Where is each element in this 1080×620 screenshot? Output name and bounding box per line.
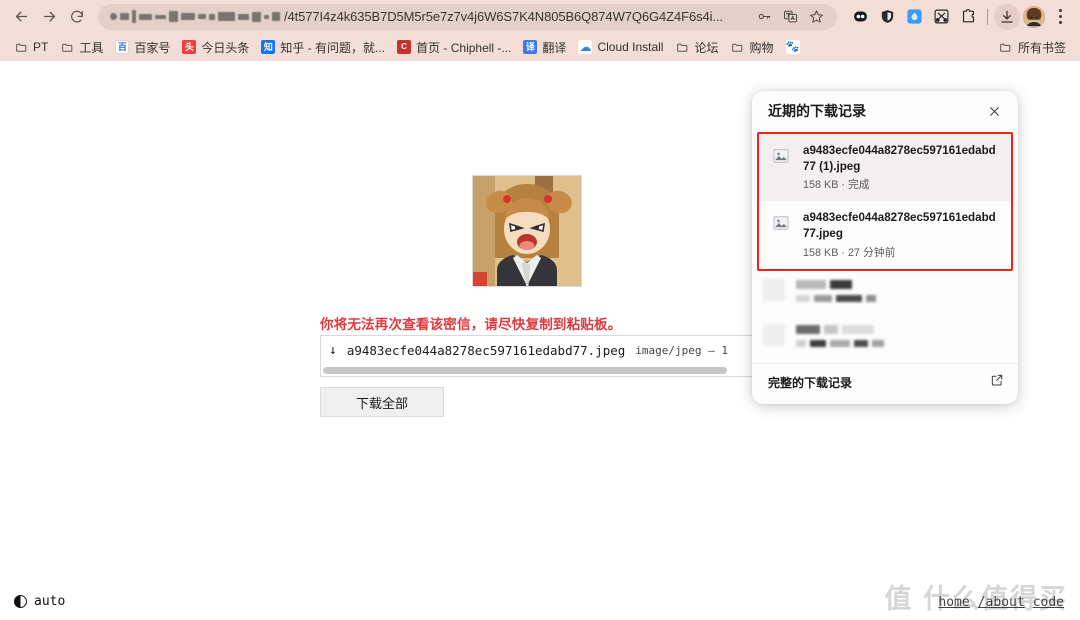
download-item[interactable]: a9483ecfe044a8278ec597161edabd77.jpeg 15… [759,201,1011,268]
bookmark-toutiao[interactable]: 头 今日头条 [176,36,255,59]
back-button[interactable] [8,4,34,30]
forward-button[interactable] [36,4,62,30]
image-thumbnail[interactable] [472,175,582,287]
download-all-button[interactable]: 下载全部 [320,387,444,417]
horizontal-scrollbar[interactable] [320,365,780,377]
highlight-annotation: a9483ecfe044a8278ec597161edabd77 (1).jpe… [757,132,1013,271]
download-item[interactable]: a9483ecfe044a8278ec597161edabd77 (1).jpe… [759,134,1011,202]
close-icon[interactable] [982,99,1006,123]
theme-toggle[interactable]: auto [14,594,65,609]
redacted-text [796,279,1006,308]
download-item-name: a9483ecfe044a8278ec597161edabd77 (1).jpe… [803,144,996,173]
address-bar[interactable]: /4t577I4z4k635B7D5M5r5e7z7v4j6W6S7K4N805… [98,3,837,30]
toolbar-divider [987,8,988,25]
bookmark-tools[interactable]: 工具 [54,36,109,59]
all-bookmarks-label: 所有书签 [1017,40,1066,55]
bookmark-label: 知乎 - 有问题，就... [280,40,386,55]
theme-label: auto [34,594,66,609]
reload-button[interactable] [64,4,90,30]
bookmark-star-icon[interactable] [805,6,827,28]
bookmark-pt[interactable]: PT [8,37,54,57]
file-name[interactable]: a9483ecfe044a8278ec597161edabd77.jpeg [347,343,625,358]
bookmark-cloud-install[interactable]: ☁ Cloud Install [572,37,669,57]
all-bookmarks-button[interactable]: 所有书签 [993,36,1072,59]
bookmark-label: 首页 - Chiphell -... [416,40,512,55]
browser-chrome: /4t577I4z4k635B7D5M5r5e7z7v4j6W6S7K4N805… [0,0,1080,61]
file-row[interactable]: ↓ a9483ecfe044a8278ec597161edabd77.jpeg … [320,335,780,365]
scrollbar-thumb[interactable] [323,367,728,374]
bookmarks-bar: PT 工具 百 百家号 头 今日头条 知 知乎 - 有问题，就... C 首页 … [0,33,1080,61]
warning-message: 你将无法再次查看该密信，请尽快复制到粘贴板。 [320,317,622,332]
file-meta: image/jpeg — 1 [635,344,728,357]
full-download-history-row[interactable]: 完整的下载记录 [752,362,1018,404]
bookmark-shopping[interactable]: 购物 [725,36,780,59]
download-item-redacted[interactable] [752,316,1018,361]
bookmark-label: 今日头条 [201,40,250,55]
bookmark-label: PT [33,40,49,54]
download-item-meta: a9483ecfe044a8278ec597161edabd77 (1).jpe… [803,143,999,192]
downloads-popup-title: 近期的下载记录 [768,103,866,119]
folder-icon [60,40,74,54]
folder-icon [675,40,689,54]
image-file-icon [770,145,792,167]
bookmark-zhihu[interactable]: 知 知乎 - 有问题，就... [255,36,391,59]
bookmark-label: 翻译 [542,40,567,55]
puzzle-icon[interactable] [955,4,981,30]
download-item-redacted[interactable] [752,271,1018,316]
download-item-name: a9483ecfe044a8278ec597161edabd77.jpeg [803,211,996,240]
page-content: 你将无法再次查看该密信，请尽快复制到粘贴板。 ↓ a9483ecfe044a82… [0,61,1080,620]
download-icon[interactable] [994,3,1020,30]
redacted-url-prefix [110,10,280,24]
footer-link-home[interactable]: home [938,595,969,610]
cloud-icon: ☁ [578,40,593,54]
download-item-meta: a9483ecfe044a8278ec597161edabd77.jpeg 15… [803,210,999,259]
address-bar-url: /4t577I4z4k635B7D5M5r5e7z7v4j6W6S7K4N805… [284,9,723,24]
footer-link-code[interactable]: code [1033,595,1064,610]
bitwarden-icon[interactable] [847,4,873,30]
downloads-popup-header: 近期的下载记录 [752,91,1018,131]
three-dot-menu[interactable] [1048,4,1072,30]
baijiahao-icon: 百 [115,40,130,54]
chiphell-icon: C [397,40,412,54]
folder-icon [14,40,28,54]
file-icon [763,278,785,301]
footer-link-about[interactable]: /about [978,595,1025,610]
translate-site-icon: 译 [523,40,538,54]
bookmark-baijiahao[interactable]: 百 百家号 [109,36,176,59]
bookmark-chiphell[interactable]: C 首页 - Chiphell -... [391,36,517,59]
scissors-icon[interactable] [928,4,954,30]
redacted-text [796,324,1006,353]
bookmark-label: 工具 [79,40,104,55]
shield-icon[interactable] [874,4,900,30]
bookmark-baidu[interactable]: 🐾 [780,37,811,57]
footer-links: home /about code [938,595,1064,610]
bookmark-label: 购物 [749,40,774,55]
image-file-icon [770,212,792,234]
bookmark-forum[interactable]: 论坛 [669,36,724,59]
bookmark-label: 论坛 [694,40,719,55]
half-circle-icon [14,595,27,608]
file-icon [763,323,785,346]
extensions-area [839,3,1072,30]
bookmark-translate[interactable]: 译 翻译 [517,36,572,59]
folder-icon [999,40,1013,54]
download-arrow-icon: ↓ [329,343,337,358]
downloads-popup: 近期的下载记录 a9483ecfe044a8278ec597161edabd77… [752,91,1018,404]
bookmark-label: Cloud Install [597,40,664,54]
avatar[interactable] [1021,4,1047,30]
folder-icon [731,40,745,54]
bookmark-label: 百家号 [134,40,171,55]
browser-toolbar: /4t577I4z4k635B7D5M5r5e7z7v4j6W6S7K4N805… [0,0,1080,33]
paw-icon: 🐾 [785,40,800,54]
translate-icon[interactable] [779,6,801,28]
download-item-status: 158 KB · 27 分钟前 [803,246,896,259]
open-external-icon[interactable] [990,373,1004,392]
download-item-status: 158 KB · 完成 [803,179,870,192]
blue-drop-icon[interactable] [901,4,927,30]
toutiao-icon: 头 [182,40,197,54]
zhihu-icon: 知 [261,40,276,54]
key-icon[interactable] [753,6,775,28]
full-download-history-label: 完整的下载记录 [768,375,853,390]
